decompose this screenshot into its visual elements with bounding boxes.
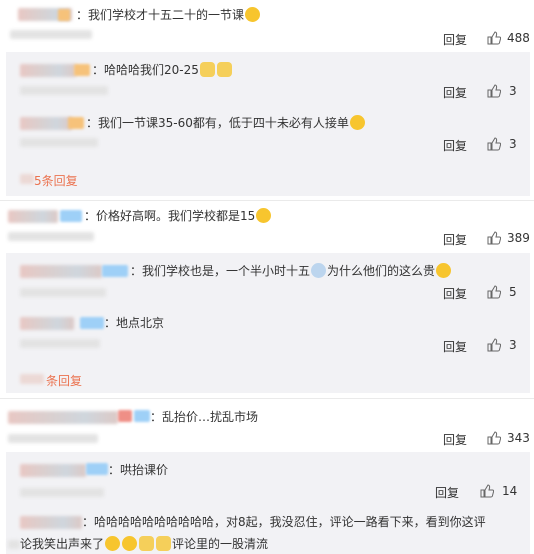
blurred-timestamp	[20, 138, 98, 147]
thumbs-up-icon[interactable]	[487, 285, 501, 299]
user-badge-icon	[102, 265, 128, 277]
reply-button[interactable]: 回复	[435, 484, 459, 501]
user-badge-icon	[68, 117, 84, 129]
laughing-emoji-icon	[105, 536, 121, 551]
user-badge-icon	[60, 210, 82, 222]
thumbs-up-icon[interactable]	[487, 338, 501, 352]
divider	[0, 398, 534, 399]
reply-button[interactable]: 回复	[443, 31, 467, 48]
blurred-timestamp	[20, 86, 108, 95]
blurred-timestamp	[8, 232, 94, 241]
crying-emoji-icon	[311, 263, 327, 278]
comment-text: ：价格好高啊。我们学校都是15	[84, 208, 272, 224]
laughing-emoji-icon	[436, 263, 452, 278]
blurred-timestamp	[20, 339, 100, 348]
blurred-username	[20, 516, 82, 529]
like-count: 14	[502, 484, 518, 498]
reply-text: ：地点北京	[104, 316, 165, 330]
reply-text: ：哈哈哈我们20-25	[92, 62, 233, 78]
reply-button[interactable]: 回复	[443, 431, 467, 448]
blurred-username	[8, 210, 58, 223]
reply-text: ：哈哈哈哈哈哈哈哈哈哈，对8起，我没忍住，评论一路看下来，看到你这评	[82, 515, 486, 529]
blurred-username	[20, 265, 102, 278]
thumbs-up-icon[interactable]	[487, 231, 501, 245]
like-count: 5	[509, 285, 517, 299]
reply-button[interactable]: 回复	[443, 285, 467, 302]
laughing-emoji-icon	[122, 536, 138, 551]
like-count: 488	[507, 31, 530, 45]
reply-text: ：哄抬课价	[108, 463, 169, 477]
user-badge-icon	[80, 317, 104, 329]
blurred-more-prefix	[20, 374, 44, 384]
thumbs-up-icon[interactable]	[487, 137, 501, 151]
blurred-username-line	[8, 540, 20, 549]
user-badge-icon	[134, 410, 150, 422]
reply-text-continued: 论我笑出声来了 评论里的一股清流	[20, 536, 269, 551]
cat-emoji-icon	[139, 536, 155, 551]
like-count: 3	[509, 137, 517, 151]
divider	[0, 200, 534, 201]
like-count: 389	[507, 231, 530, 245]
blurred-timestamp	[10, 30, 92, 39]
user-badge-icon	[58, 9, 70, 21]
blurred-more-prefix	[20, 174, 34, 184]
reply-text: ：我们一节课35-60都有，低于四十未必有人接单	[86, 115, 366, 131]
comment-text: ：乱抬价…扰乱市场	[150, 410, 259, 424]
user-badge-icon	[118, 410, 132, 422]
blurred-username	[20, 117, 72, 130]
like-count: 3	[509, 338, 517, 352]
blurred-username	[20, 64, 76, 77]
reply-button[interactable]: 回复	[443, 338, 467, 355]
laughing-emoji-icon	[245, 7, 261, 22]
reply-button[interactable]: 回复	[443, 84, 467, 101]
blurred-timestamp	[8, 434, 98, 443]
laughing-emoji-icon	[349, 115, 365, 130]
thumbs-up-icon[interactable]	[487, 84, 501, 98]
cat-emoji-icon	[216, 62, 232, 77]
like-count: 343	[507, 431, 530, 445]
more-replies-link[interactable]: 条回复	[46, 372, 82, 389]
user-badge-icon	[86, 463, 108, 475]
thumbs-up-icon[interactable]	[480, 484, 494, 498]
reply-button[interactable]: 回复	[443, 137, 467, 154]
comment-text: ：我们学校才十五二十的一节课	[76, 7, 261, 23]
cat-emoji-icon	[199, 62, 215, 77]
cat-emoji-icon	[156, 536, 172, 551]
thumbs-up-icon[interactable]	[487, 31, 501, 45]
blurred-username	[20, 317, 74, 330]
more-replies-link[interactable]: 5条回复	[34, 172, 78, 189]
thumbs-up-icon[interactable]	[487, 431, 501, 445]
blurred-username	[8, 411, 118, 424]
reply-text: ：我们学校也是，一个半小时十五 为什么他们的这么贵	[130, 263, 452, 279]
like-count: 3	[509, 84, 517, 98]
blurred-timestamp	[20, 288, 106, 297]
reply-button[interactable]: 回复	[443, 231, 467, 248]
user-badge-icon	[74, 64, 90, 76]
blurred-username	[20, 464, 86, 477]
laughing-emoji-icon	[256, 208, 272, 223]
blurred-timestamp	[20, 488, 104, 497]
